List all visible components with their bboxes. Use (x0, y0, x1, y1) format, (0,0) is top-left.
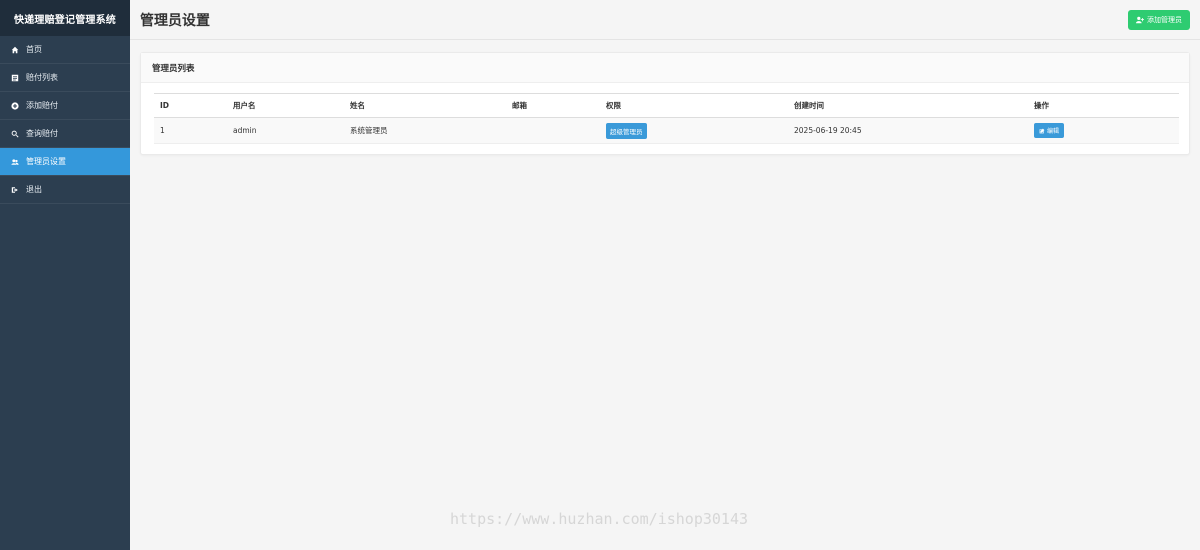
cell-actions: 编辑 (1028, 117, 1179, 144)
table-header-row: ID 用户名 姓名 邮箱 权限 创建时间 操作 (154, 93, 1179, 118)
sidebar-item-search-claim[interactable]: 查询赔付 (0, 120, 130, 148)
edit-button[interactable]: 编辑 (1034, 123, 1065, 138)
logout-icon (10, 185, 20, 195)
column-header-email: 邮箱 (506, 93, 600, 118)
cell-created: 2025-06-19 20:45 (788, 117, 1028, 144)
watermark-text: https://www.huzhan.com/ishop30143 (450, 510, 749, 528)
main-content: 管理员设置 添加管理员 管理员列表 ID 用户名 姓名 邮箱 权限 创建时间 操… (130, 0, 1200, 550)
cell-role: 超级管理员 (600, 117, 788, 144)
column-header-name: 姓名 (344, 93, 506, 118)
add-admin-label: 添加管理员 (1147, 16, 1182, 24)
table-row: 1 admin 系统管理员 超级管理员 2025-06-19 20:45 编辑 (154, 117, 1179, 144)
sidebar-item-label: 首页 (26, 45, 42, 54)
users-icon (10, 157, 20, 167)
admin-list-card: 管理员列表 ID 用户名 姓名 邮箱 权限 创建时间 操作 1 admin 系统… (140, 52, 1190, 155)
cell-username: admin (227, 117, 344, 144)
cell-name: 系统管理员 (344, 117, 506, 144)
column-header-username: 用户名 (227, 93, 344, 118)
add-admin-button[interactable]: 添加管理员 (1128, 9, 1190, 30)
column-header-role: 权限 (600, 93, 788, 118)
app-root: 快递理赔登记管理系统 首页 赔付列表 添加赔付 查询赔付 管理员设置 退出 管理… (0, 0, 1200, 550)
edit-icon (1039, 128, 1045, 133)
sidebar-item-add-claim[interactable]: 添加赔付 (0, 92, 130, 120)
search-icon (10, 129, 20, 139)
role-badge: 超级管理员 (606, 122, 647, 139)
sidebar-item-home[interactable]: 首页 (0, 36, 130, 64)
sidebar-item-admin-settings[interactable]: 管理员设置 (0, 148, 130, 176)
cell-id: 1 (154, 117, 227, 144)
home-icon (10, 45, 20, 55)
admin-table: ID 用户名 姓名 邮箱 权限 创建时间 操作 1 admin 系统管理员 超级… (154, 93, 1179, 144)
sidebar-item-label: 查询赔付 (26, 129, 58, 138)
sidebar-item-label: 赔付列表 (26, 73, 58, 82)
sidebar-item-logout[interactable]: 退出 (0, 176, 130, 204)
user-plus-icon (1136, 16, 1144, 23)
list-icon (10, 73, 20, 83)
sidebar-item-label: 管理员设置 (26, 157, 66, 166)
page-title: 管理员设置 (140, 12, 210, 29)
card-title: 管理员列表 (141, 53, 1189, 83)
edit-label: 编辑 (1047, 129, 1060, 135)
column-header-actions: 操作 (1028, 93, 1179, 118)
column-header-id: ID (154, 93, 227, 118)
topbar: 管理员设置 添加管理员 (130, 0, 1200, 40)
app-title: 快递理赔登记管理系统 (0, 0, 130, 36)
plus-circle-icon (10, 101, 20, 111)
sidebar-item-claims-list[interactable]: 赔付列表 (0, 64, 130, 92)
cell-email (506, 117, 600, 144)
card-body: ID 用户名 姓名 邮箱 权限 创建时间 操作 1 admin 系统管理员 超级… (141, 83, 1189, 154)
sidebar: 快递理赔登记管理系统 首页 赔付列表 添加赔付 查询赔付 管理员设置 退出 (0, 0, 130, 550)
column-header-created: 创建时间 (788, 93, 1028, 118)
sidebar-item-label: 退出 (26, 185, 42, 194)
sidebar-item-label: 添加赔付 (26, 101, 58, 110)
